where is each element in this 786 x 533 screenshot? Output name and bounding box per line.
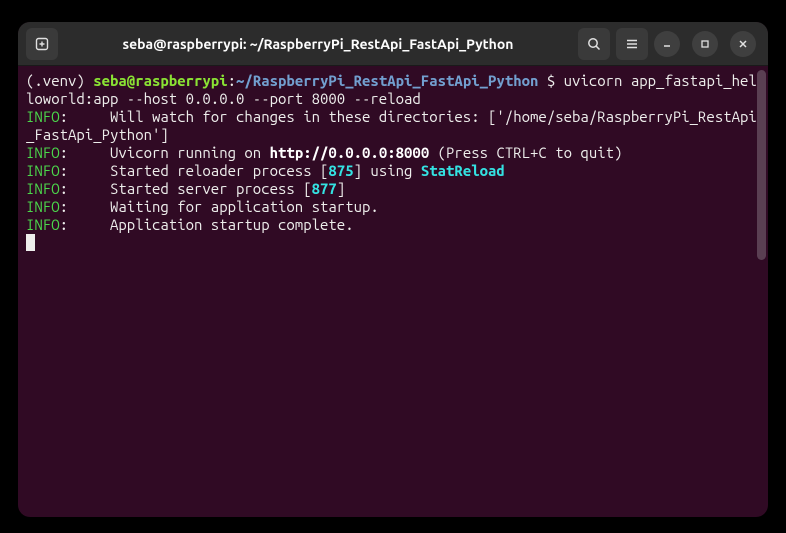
log-level: INFO — [26, 162, 60, 179]
log-text: (Press CTRL+C to quit) — [429, 144, 622, 161]
log-level: INFO — [26, 198, 60, 215]
window-controls — [654, 31, 760, 57]
close-button[interactable] — [730, 31, 756, 57]
close-icon — [737, 38, 749, 50]
log-text: ] — [337, 180, 345, 197]
log-level: INFO — [26, 108, 60, 125]
titlebar: seba@raspberrypi: ~/RaspberryPi_RestApi_… — [18, 22, 768, 66]
prompt-dollar: $ — [547, 72, 564, 89]
log-pid: 875 — [328, 162, 353, 179]
search-button[interactable] — [578, 28, 610, 60]
menu-button[interactable] — [616, 28, 648, 60]
terminal-output[interactable]: (.venv) seba@raspberrypi:~/RaspberryPi_R… — [18, 66, 768, 517]
hamburger-icon — [624, 36, 640, 52]
maximize-button[interactable] — [692, 31, 718, 57]
cursor — [26, 234, 35, 251]
log-text: : Started reloader process [ — [60, 162, 329, 179]
window-title: seba@raspberrypi: ~/RaspberryPi_RestApi_… — [64, 36, 572, 52]
log-text: : Application startup complete. — [60, 216, 354, 233]
log-level: INFO — [26, 180, 60, 197]
terminal-window: seba@raspberrypi: ~/RaspberryPi_RestApi_… — [18, 22, 768, 517]
log-level: INFO — [26, 216, 60, 233]
log-text: ] using — [354, 162, 421, 179]
log-reloader: StatReload — [421, 162, 505, 179]
prompt-path: ~/RaspberryPi_RestApi_FastApi_Python — [236, 72, 547, 89]
log-pid: 877 — [312, 180, 337, 197]
log-text: : Waiting for application startup. — [60, 198, 379, 215]
scrollbar-thumb[interactable] — [757, 70, 766, 260]
search-icon — [586, 36, 602, 52]
log-text: : Will watch for changes in these direct… — [26, 108, 757, 143]
prompt-venv: (.venv) — [26, 72, 93, 89]
maximize-icon — [699, 38, 711, 50]
minimize-icon — [661, 38, 673, 50]
new-tab-button[interactable] — [26, 28, 58, 60]
prompt-sep: : — [228, 72, 236, 89]
log-url: http://0.0.0.0:8000 — [270, 144, 430, 161]
log-text: : Uvicorn running on — [60, 144, 270, 161]
minimize-button[interactable] — [654, 31, 680, 57]
prompt-user-host: seba@raspberrypi — [93, 72, 227, 89]
log-text: : Started server process [ — [60, 180, 312, 197]
log-level: INFO — [26, 144, 60, 161]
new-tab-icon — [34, 36, 50, 52]
